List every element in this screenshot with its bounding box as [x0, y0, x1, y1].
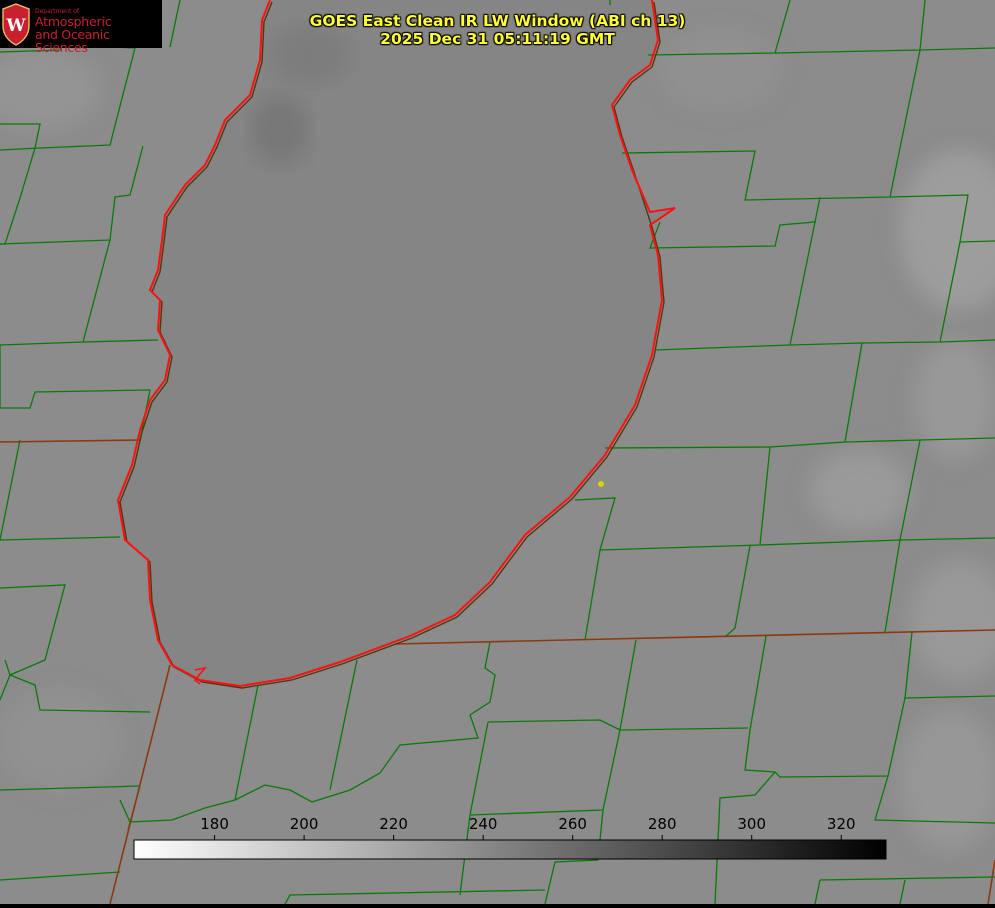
station-marker	[598, 481, 604, 487]
aos-logo: W Department of Atmospheric and Oceanic …	[0, 0, 162, 54]
colorbar-tick-label: 180	[200, 815, 229, 833]
colorbar-tick-label: 200	[289, 815, 319, 833]
cold-spot	[250, 95, 310, 165]
colorbar-tick-label: 220	[379, 815, 408, 833]
colorbar-gradient	[133, 839, 887, 860]
colorbar-tick-label: 260	[558, 815, 587, 833]
uw-crest-icon: W	[2, 3, 30, 46]
logo-line-2: and Oceanic Sciences	[35, 27, 110, 55]
map-canvas	[0, 0, 995, 905]
colorbar-tick-label: 280	[647, 815, 677, 833]
colorbar-tick-label: 320	[826, 815, 856, 833]
colorbar-tick-label: 300	[737, 815, 767, 833]
colorbar-tick-label: 240	[468, 815, 498, 833]
svg-text:W: W	[5, 16, 26, 36]
satellite-map: 180 200 220 240 260 280 300 320 GOES East Clean…	[0, 0, 995, 905]
